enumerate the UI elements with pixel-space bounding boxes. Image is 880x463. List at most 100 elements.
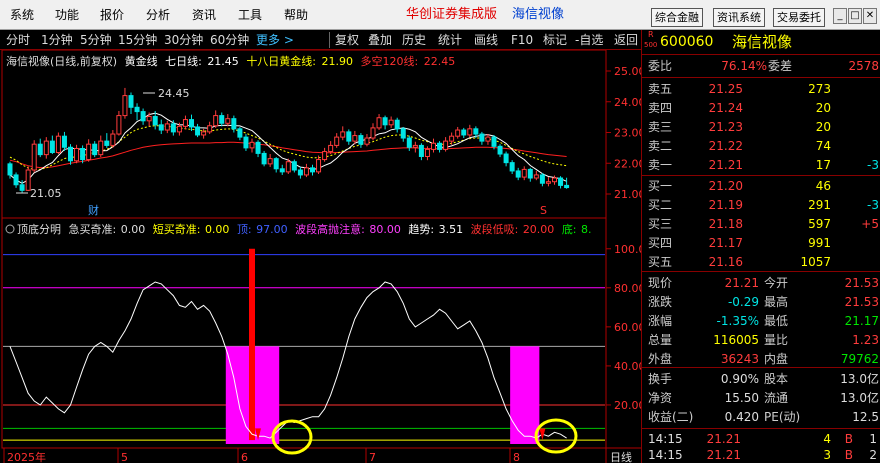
stat-value: 21.53 xyxy=(844,295,879,309)
stat-value: 15.50 xyxy=(724,391,759,405)
candle-body xyxy=(7,163,13,176)
ind-f5-label: 趋势: xyxy=(408,223,434,236)
candle-body xyxy=(352,135,358,142)
ind-f4-label: 波段高抛注意: xyxy=(295,222,365,236)
period-15min-tab[interactable]: 15分钟 xyxy=(118,30,157,50)
stat-value: 79762 xyxy=(840,352,879,366)
period-5min-tab[interactable]: 5分钟 xyxy=(80,30,112,50)
candle-body xyxy=(552,177,557,183)
stat-label: 现价 xyxy=(648,276,673,290)
candle-body xyxy=(382,117,388,126)
candle-body xyxy=(418,144,424,157)
menu-item-news[interactable]: 资讯 xyxy=(192,0,216,30)
date-tick-label: 6 xyxy=(241,451,248,463)
info-system-button[interactable]: 资讯系统 xyxy=(713,8,765,27)
buy-order-row: 买一 21.20 46 xyxy=(642,177,880,195)
weibi-label: 委比 xyxy=(648,59,673,73)
period-60min-tab[interactable]: 60分钟 xyxy=(210,30,249,50)
weicha-label: 委差 xyxy=(768,59,793,73)
buy-order-row: 买二 21.19 291 -3 xyxy=(642,196,880,214)
candle-body xyxy=(364,137,370,145)
candle-body xyxy=(170,123,176,133)
more-periods-button[interactable]: 更多 > xyxy=(256,30,294,50)
period-label[interactable]: 日线 xyxy=(610,450,632,463)
candle-body xyxy=(533,174,539,179)
date-tick-label: 7 xyxy=(369,451,376,463)
minimize-icon[interactable]: _ xyxy=(833,8,847,24)
sell-volume: 74 xyxy=(815,139,831,153)
watchlist-button[interactable]: -自选 xyxy=(575,30,603,50)
adjust-button[interactable]: 复权 xyxy=(335,30,359,50)
quote-stat-row: 涨跌 -0.29 最高 21.53 xyxy=(642,293,880,311)
stat-label: 总量 xyxy=(648,333,673,347)
candle-body xyxy=(195,126,201,136)
history-button[interactable]: 历史 xyxy=(402,30,426,50)
stat-value: 21.53 xyxy=(844,276,879,290)
back-button[interactable]: 返回 xyxy=(614,30,638,50)
weibi-value: 76.14% xyxy=(721,59,767,73)
candle-body xyxy=(213,115,219,127)
candle-body xyxy=(539,174,545,184)
candle-body xyxy=(225,118,231,124)
stat-value: 21.21 xyxy=(724,276,759,290)
sell-signal-marker: S xyxy=(540,204,547,217)
buy-change: -3 xyxy=(867,198,879,212)
toolbar-divider xyxy=(329,32,330,48)
period-1min-tab[interactable]: 1分钟 xyxy=(41,30,73,50)
maximize-icon[interactable]: □ xyxy=(848,8,862,24)
r-sub: 500 xyxy=(644,41,658,49)
candle-body xyxy=(485,136,491,142)
period-intraday-tab[interactable]: 分时 xyxy=(6,30,30,50)
candle-body xyxy=(231,118,237,130)
menu-item-analysis[interactable]: 分析 xyxy=(146,0,170,30)
menu-item-system[interactable]: 系统 xyxy=(10,0,34,30)
menu-item-function[interactable]: 功能 xyxy=(55,0,79,30)
mark-button[interactable]: 标记 xyxy=(543,30,567,50)
stat-label: 内盘 xyxy=(764,352,789,366)
stat-label: 外盘 xyxy=(648,352,673,366)
divider xyxy=(642,428,880,429)
draw-line-button[interactable]: 画线 xyxy=(474,30,498,50)
menu-item-tools[interactable]: 工具 xyxy=(238,0,262,30)
overlay-button[interactable]: 叠加 xyxy=(368,30,392,50)
statistics-button[interactable]: 统计 xyxy=(438,30,462,50)
sell-order-row: 卖二 21.22 74 xyxy=(642,137,880,155)
stat-label: 今开 xyxy=(764,276,789,290)
candle-body xyxy=(285,161,291,173)
buy-label: 买二 xyxy=(648,198,673,212)
buy-price: 21.19 xyxy=(708,198,743,212)
high-label: 24.45 xyxy=(158,87,190,100)
sell-order-row: 卖四 21.24 20 xyxy=(642,99,880,117)
stat-value: -1.35% xyxy=(716,314,759,328)
buy-volume: 1057 xyxy=(800,255,831,269)
period-30min-tab[interactable]: 30分钟 xyxy=(164,30,203,50)
menu-item-quote[interactable]: 报价 xyxy=(100,0,124,30)
candle-body xyxy=(68,146,73,162)
comprehensive-finance-button[interactable]: 综合金融 xyxy=(651,8,703,27)
stat-label: 净资 xyxy=(648,391,673,405)
candle-body xyxy=(146,116,152,122)
quote-panel: R 500 600060 海信视像 委比 76.14% 委差 2578 卖五 21… xyxy=(641,30,880,463)
quote-header: R 500 600060 海信视像 xyxy=(642,30,880,52)
buy-order-row: 买四 21.17 991 xyxy=(642,234,880,252)
trading-terminal: 系统 功能 报价 分析 资讯 工具 帮助 华创证券集成版 海信视像 综合金融 资… xyxy=(0,0,880,463)
candle-body xyxy=(310,167,315,173)
quote-stat-row: 现价 21.21 今开 21.53 xyxy=(642,274,880,292)
menu-item-help[interactable]: 帮助 xyxy=(284,0,308,30)
r-label: R xyxy=(648,30,654,39)
indicator-tick-label: 20.00 xyxy=(614,399,641,412)
candle-body xyxy=(189,119,194,128)
candle-body xyxy=(564,184,570,189)
ma1-label: 黄金线 xyxy=(125,54,158,68)
indicator-tick-label: 60.00 xyxy=(614,321,641,334)
buy-change: +5 xyxy=(861,217,879,231)
candle-body xyxy=(207,125,213,133)
stock-chart[interactable]: 25.0024.0023.0022.0021.00 100.080.0060.0… xyxy=(0,50,641,463)
ind-f7-label: 底: xyxy=(562,222,577,236)
quote-stat-row: 涨幅 -1.35% 最低 21.17 xyxy=(642,312,880,330)
trade-order-button[interactable]: 交易委托 xyxy=(773,8,825,27)
close-icon[interactable]: ✕ xyxy=(863,8,877,24)
f10-button[interactable]: F10 xyxy=(511,30,533,50)
sell-price: 21.21 xyxy=(708,158,743,172)
sell-label: 卖五 xyxy=(648,82,673,96)
